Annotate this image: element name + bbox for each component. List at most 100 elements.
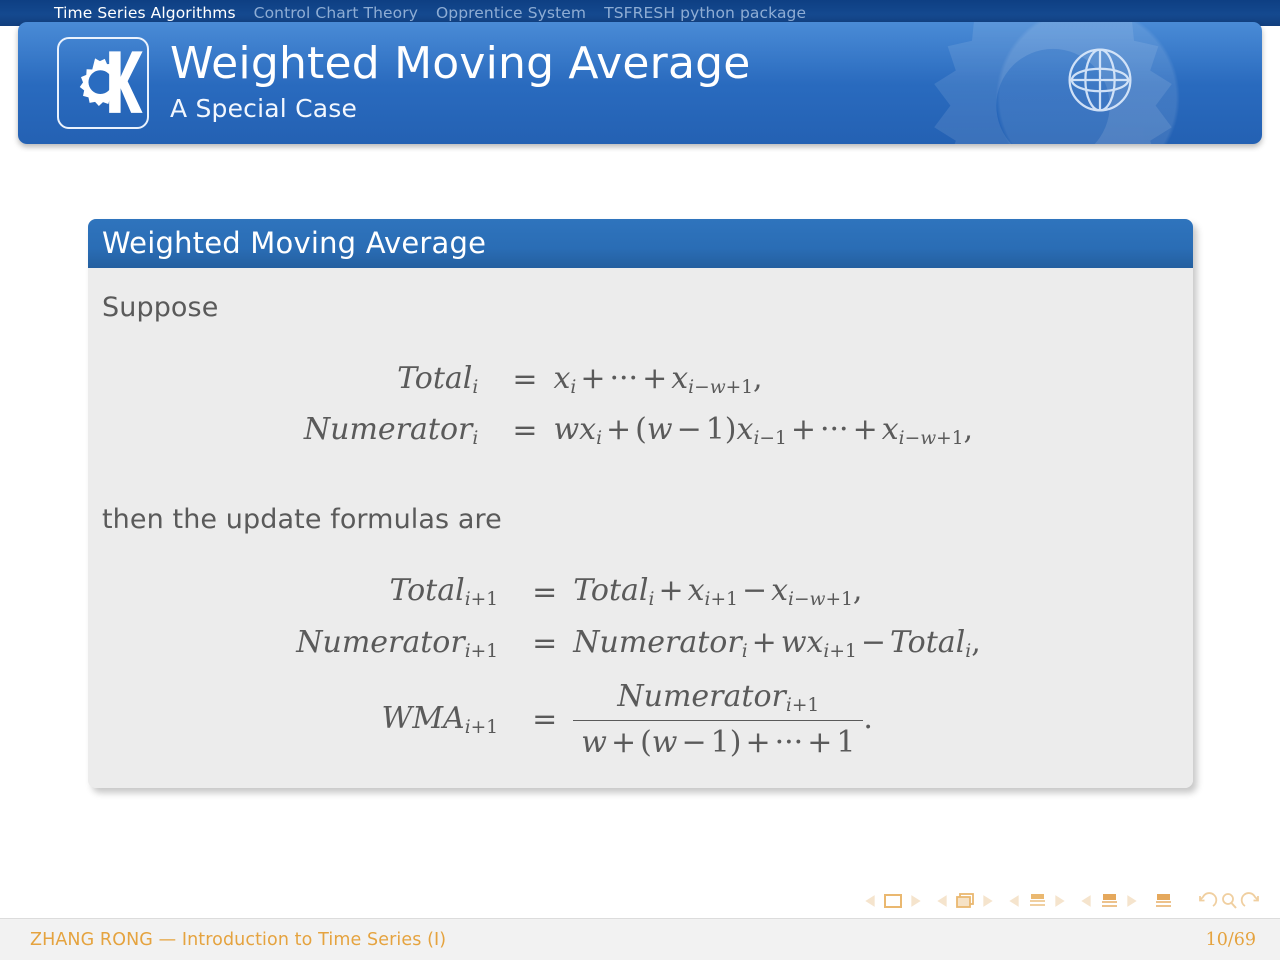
- eq2-x2: x: [736, 412, 754, 448]
- section-icon[interactable]: [1098, 892, 1120, 910]
- eq3-equals: =: [532, 574, 558, 610]
- eq2-rparen: ): [724, 412, 737, 448]
- footer-author-title: ZHANG RONG — Introduction to Time Series…: [30, 930, 447, 950]
- eq5-den-cdots: ···: [774, 724, 804, 760]
- eq2-plus-2: +: [790, 412, 816, 448]
- next-section-arrow-icon[interactable]: [1126, 894, 1138, 908]
- middle-text: then the update formulas are: [102, 504, 502, 536]
- footer-page-number: 10/69: [1205, 930, 1256, 950]
- beamer-navigation-symbols[interactable]: [864, 886, 1262, 916]
- eq3-x2-sub-one: 1: [841, 589, 853, 611]
- prev-frame-arrow-icon[interactable]: [936, 894, 948, 908]
- eq1-x2-sub-w: w: [709, 377, 726, 399]
- slide-root: Time Series Algorithms Control Chart The…: [0, 0, 1280, 960]
- eq2-plus-3: +: [852, 412, 878, 448]
- subsection-icon[interactable]: [1026, 892, 1048, 910]
- kde-k-gear-logo-icon: [79, 51, 143, 113]
- eq1-plus-2: +: [642, 361, 668, 396]
- equation-rhs: wxi + (w −1)xi−1 + ··· + xi−w+1,: [553, 405, 973, 456]
- eq5-num-sub-one: 1: [807, 695, 820, 717]
- section-nav-group[interactable]: [1080, 892, 1138, 910]
- eq2-plus-1: +: [606, 412, 632, 448]
- equation-lhs: Numeratori+1: [296, 618, 516, 669]
- forward-icon[interactable]: [1240, 892, 1262, 910]
- slide-header: Time Series Algorithms Control Chart The…: [0, 0, 1280, 152]
- eq3-x2-sub-minus: −: [793, 589, 810, 611]
- eq4-x-sub-plus: +: [829, 640, 845, 662]
- equation-total-i: Totali = xi + ··· + xi−w+1,: [304, 354, 973, 405]
- equation-lhs: Totali: [304, 354, 496, 405]
- globe-icon: [1068, 48, 1132, 112]
- eq5-den-plus-1: +: [610, 724, 637, 760]
- eq5-den-w: w: [581, 724, 607, 760]
- eq2-x3: x: [881, 412, 899, 448]
- prev-slide-arrow-icon[interactable]: [864, 894, 876, 908]
- equation-numerator-i-plus-1: Numeratori+1 = Numeratori + wxi+1− Totali,: [296, 618, 980, 669]
- equation-relation: =: [516, 669, 573, 763]
- title-banner: Weighted Moving Average A Special Case: [18, 22, 1262, 144]
- wma-fraction: Numeratori+1 w + (w −1) + ··· +1: [573, 679, 864, 761]
- eq2-lhs-name: Numerator: [303, 412, 473, 448]
- eq4-x: x: [806, 624, 824, 660]
- eq4-lhs-sub-one: 1: [486, 640, 499, 662]
- next-subsection-arrow-icon[interactable]: [1054, 894, 1066, 908]
- eq2-equals: =: [512, 413, 538, 449]
- equation-relation: =: [496, 354, 553, 405]
- gear-watermark-icon: [934, 22, 1172, 144]
- eq5-lhs-sub-plus: +: [470, 717, 487, 739]
- eq2-x3-sub-one: 1: [951, 428, 964, 450]
- eq5-num-sub-plus: +: [791, 695, 808, 717]
- eq2-x2-sub-minus: −: [759, 428, 775, 450]
- search-icon[interactable]: [1218, 892, 1240, 910]
- eq3-lhs-sub-plus: +: [470, 589, 487, 611]
- equation-group-2: Totali+1 = Totali + xi+1− xi−w+1, Numerator…: [296, 566, 980, 762]
- eq4-comma: ,: [971, 624, 981, 660]
- eq2-lparen: (: [635, 412, 647, 448]
- eq1-cdots: ···: [609, 361, 639, 396]
- frame-nav-group[interactable]: [936, 892, 994, 910]
- eq3-x2-sub-plus: +: [825, 589, 842, 611]
- eq3-plus: +: [658, 573, 684, 609]
- subsection-nav-group[interactable]: [1008, 892, 1066, 910]
- eq5-den-w2: w: [651, 724, 678, 760]
- eq5-period: .: [863, 700, 873, 736]
- eq5-lhs-name: WMA: [381, 700, 465, 736]
- eq2-one: 1: [705, 412, 725, 448]
- eq3-lhs-sub-one: 1: [486, 589, 499, 611]
- frame-icon[interactable]: [954, 892, 976, 910]
- eq3-x-sub-plus: +: [710, 589, 727, 611]
- fraction-numerator: Numeratori+1: [573, 679, 863, 720]
- eq1-x: x: [553, 361, 571, 396]
- intro-text: Suppose: [102, 292, 219, 323]
- eq3-comma: ,: [852, 573, 863, 609]
- eq1-lhs-sub: i: [472, 377, 479, 399]
- prev-section-arrow-icon[interactable]: [1080, 894, 1092, 908]
- eq5-den-plus-2: +: [745, 724, 771, 760]
- back-icon[interactable]: [1196, 892, 1218, 910]
- equation-numerator-i: Numeratori = wxi + (w −1)xi−1 + ··· + xi−w+1,: [304, 405, 973, 456]
- equation-lhs: Totali+1: [296, 566, 516, 617]
- slide-nav-group[interactable]: [864, 892, 922, 910]
- eq5-den-plus-3: +: [807, 724, 833, 760]
- eq4-plus: +: [751, 624, 777, 660]
- eq4-w: w: [780, 624, 807, 660]
- eq3-x-sub-one: 1: [726, 589, 738, 611]
- equation-rhs: xi + ··· + xi−w+1,: [553, 354, 973, 405]
- equation-rhs: Numeratori+1 w + (w −1) + ··· +1 .: [573, 669, 980, 763]
- slide-icon[interactable]: [882, 892, 904, 910]
- page-subtitle: A Special Case: [170, 94, 358, 123]
- eq4-numerator-sub: i: [741, 640, 748, 662]
- next-slide-arrow-icon[interactable]: [910, 894, 922, 908]
- prev-subsection-arrow-icon[interactable]: [1008, 894, 1020, 908]
- eq5-num-name: Numerator: [617, 678, 786, 714]
- equation-lhs: WMAi+1: [296, 669, 516, 763]
- eq1-comma: ,: [753, 361, 763, 396]
- block-body: Suppose Totali = xi + ··· + xi−w+1, Nume…: [88, 268, 1193, 789]
- next-frame-arrow-icon[interactable]: [982, 894, 994, 908]
- equation-relation: =: [496, 405, 553, 456]
- eq2-x3-sub-plus: +: [936, 428, 952, 450]
- eq3-x2: x: [771, 573, 788, 609]
- equation-lhs: Numeratori: [304, 405, 496, 456]
- presentation-icon[interactable]: [1152, 892, 1174, 910]
- eq4-equals: =: [532, 625, 558, 661]
